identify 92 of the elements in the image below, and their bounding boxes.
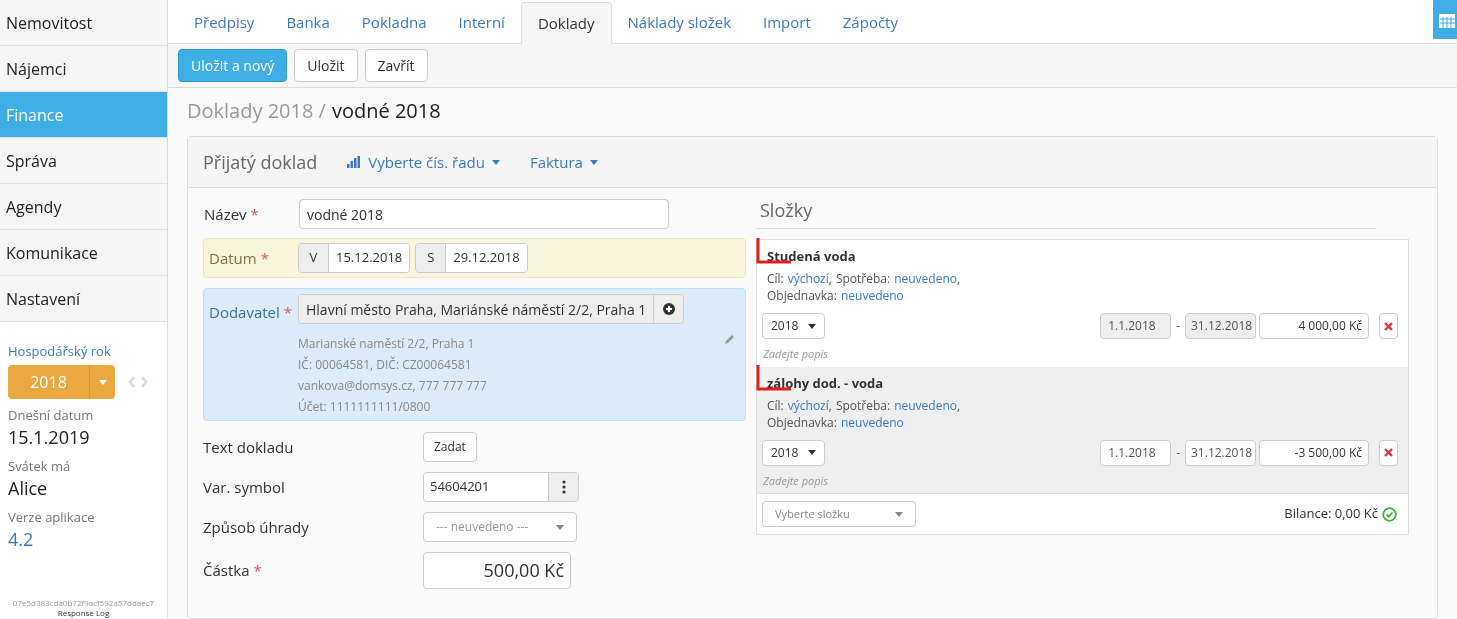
- order-label: Objednavka:: [767, 413, 837, 431]
- amount-field[interactable]: 4 000,00 Kč: [1259, 313, 1369, 339]
- comma: ,: [828, 396, 832, 414]
- toolbar-button[interactable]: Zavřít: [364, 49, 428, 82]
- tab[interactable]: Náklady složek: [611, 1, 747, 43]
- sidebar-item[interactable]: Správa: [0, 138, 167, 184]
- folder-select[interactable]: Vyberte složku: [762, 501, 916, 527]
- pencil-icon[interactable]: [724, 334, 735, 345]
- sidebar-item[interactable]: Nájemci: [0, 46, 167, 92]
- toolbar-button[interactable]: Uložit: [294, 49, 358, 82]
- comma: ,: [957, 396, 961, 414]
- target-link[interactable]: výchozí: [787, 270, 829, 287]
- required-mark: *: [260, 247, 269, 268]
- name-field[interactable]: vodné 2018: [299, 199, 669, 229]
- caret-icon: [556, 524, 564, 530]
- field-label: Název *: [204, 202, 260, 226]
- folder-name: Studená voda: [767, 246, 857, 265]
- supplier-detail: vankova@domsys.cz, 777 777 777: [298, 376, 487, 396]
- tab[interactable]: Banka: [270, 1, 346, 43]
- next-icon[interactable]: [140, 376, 148, 388]
- range-dash: -: [1176, 443, 1180, 462]
- order-link[interactable]: neuvedeno: [840, 413, 904, 431]
- date-from-field[interactable]: 1.1.2018: [1100, 439, 1172, 466]
- dropdown-menu[interactable]: Vyberte čís. řadu: [347, 150, 500, 174]
- required-mark: *: [253, 559, 262, 580]
- field-label: Var. symbol: [203, 475, 286, 499]
- tab[interactable]: Zápočty: [826, 1, 914, 43]
- required-mark: *: [283, 301, 293, 322]
- field-label: Způsob úhrady: [203, 515, 310, 539]
- consumption-label: Spotřeba:: [835, 396, 891, 414]
- target-link[interactable]: výchozí: [787, 396, 829, 414]
- dropdown-menu[interactable]: Faktura: [529, 150, 598, 174]
- close-icon: [1384, 448, 1393, 457]
- info-label: Dnešní datum: [8, 407, 95, 424]
- info-value: 15.1.2019: [8, 424, 91, 450]
- caret-icon: [589, 159, 598, 165]
- tab[interactable]: Předpisy: [178, 1, 271, 43]
- target-label: Cíl:: [767, 270, 784, 287]
- amount-field[interactable]: 500,00 Kč: [423, 551, 571, 589]
- comma: ,: [828, 270, 832, 287]
- order-link[interactable]: neuvedeno: [840, 287, 904, 304]
- version-link[interactable]: 4.2: [8, 526, 159, 552]
- caret-icon: [808, 323, 816, 329]
- signal-bars-icon: [347, 156, 362, 168]
- info-label: Verze aplikace: [8, 509, 96, 526]
- tab[interactable]: Import: [747, 1, 827, 43]
- info-label: Svátek má: [8, 458, 72, 475]
- date-to-field[interactable]: 31.12.2018: [1185, 439, 1256, 466]
- close-icon: [1384, 321, 1393, 331]
- sidebar-item[interactable]: Nastavení: [0, 276, 167, 322]
- supplier-detail: Účet: 1111111111/0800: [298, 397, 431, 417]
- enter-text-button[interactable]: Zadat: [423, 432, 477, 462]
- consumption-label: Spotřeba:: [835, 270, 891, 287]
- calendar-button[interactable]: [1433, 0, 1457, 39]
- tab[interactable]: Doklady: [520, 2, 612, 44]
- amount-field[interactable]: -3 500,00 Kč: [1259, 439, 1369, 466]
- caret-icon: [491, 159, 500, 165]
- info-value: Alice: [8, 475, 49, 501]
- tab[interactable]: Pokladna: [345, 1, 443, 43]
- delete-button[interactable]: [1379, 439, 1398, 466]
- breadcrumb-current: vodné 2018: [331, 98, 441, 124]
- supplier-detail: Marianské naměstí 2/2, Praha 1: [298, 334, 475, 354]
- panel-title: Přijatý doklad: [203, 148, 318, 176]
- response-log-link[interactable]: Response Log: [0, 608, 167, 618]
- folders-title: Složky: [756, 198, 1376, 229]
- field-label: Částka *: [203, 558, 263, 582]
- target-label: Cíl:: [767, 396, 784, 414]
- comma: ,: [957, 270, 961, 287]
- consumption-link[interactable]: neuvedeno: [894, 396, 957, 414]
- sidebar-item[interactable]: Nemovitost: [0, 0, 167, 46]
- sidebar-item[interactable]: Komunikace: [0, 230, 167, 276]
- tab[interactable]: Interní: [442, 1, 521, 43]
- range-dash: -: [1176, 317, 1180, 335]
- balance-text: Bilance: 0,00 Kč: [1284, 504, 1378, 524]
- field-label: Dodavatel *: [209, 300, 294, 324]
- caret-icon: [808, 450, 816, 455]
- sidebar-item[interactable]: Agendy: [0, 184, 167, 230]
- field-label: Datum *: [209, 246, 270, 270]
- year-select[interactable]: 2018: [762, 439, 825, 466]
- fiscal-year-label: Hospodářský rok: [8, 342, 112, 360]
- year-select[interactable]: 2018: [762, 313, 825, 339]
- consumption-link[interactable]: neuvedeno: [894, 270, 957, 287]
- order-label: Objednavka:: [767, 287, 837, 304]
- previous-icon[interactable]: [128, 376, 136, 388]
- caret-icon: [895, 511, 903, 517]
- hash-text: 07e5d383cda0b72f9acf592a57ddaec7: [11, 598, 156, 608]
- supplier-detail: IČ: 00064581, DIČ: CZ00064581: [298, 355, 472, 375]
- field-label: Text dokladu: [203, 435, 295, 459]
- delete-button[interactable]: [1379, 313, 1398, 339]
- caret-icon: [98, 379, 107, 385]
- folder-name: zálohy dod. - voda: [767, 372, 885, 392]
- required-mark: *: [250, 203, 259, 224]
